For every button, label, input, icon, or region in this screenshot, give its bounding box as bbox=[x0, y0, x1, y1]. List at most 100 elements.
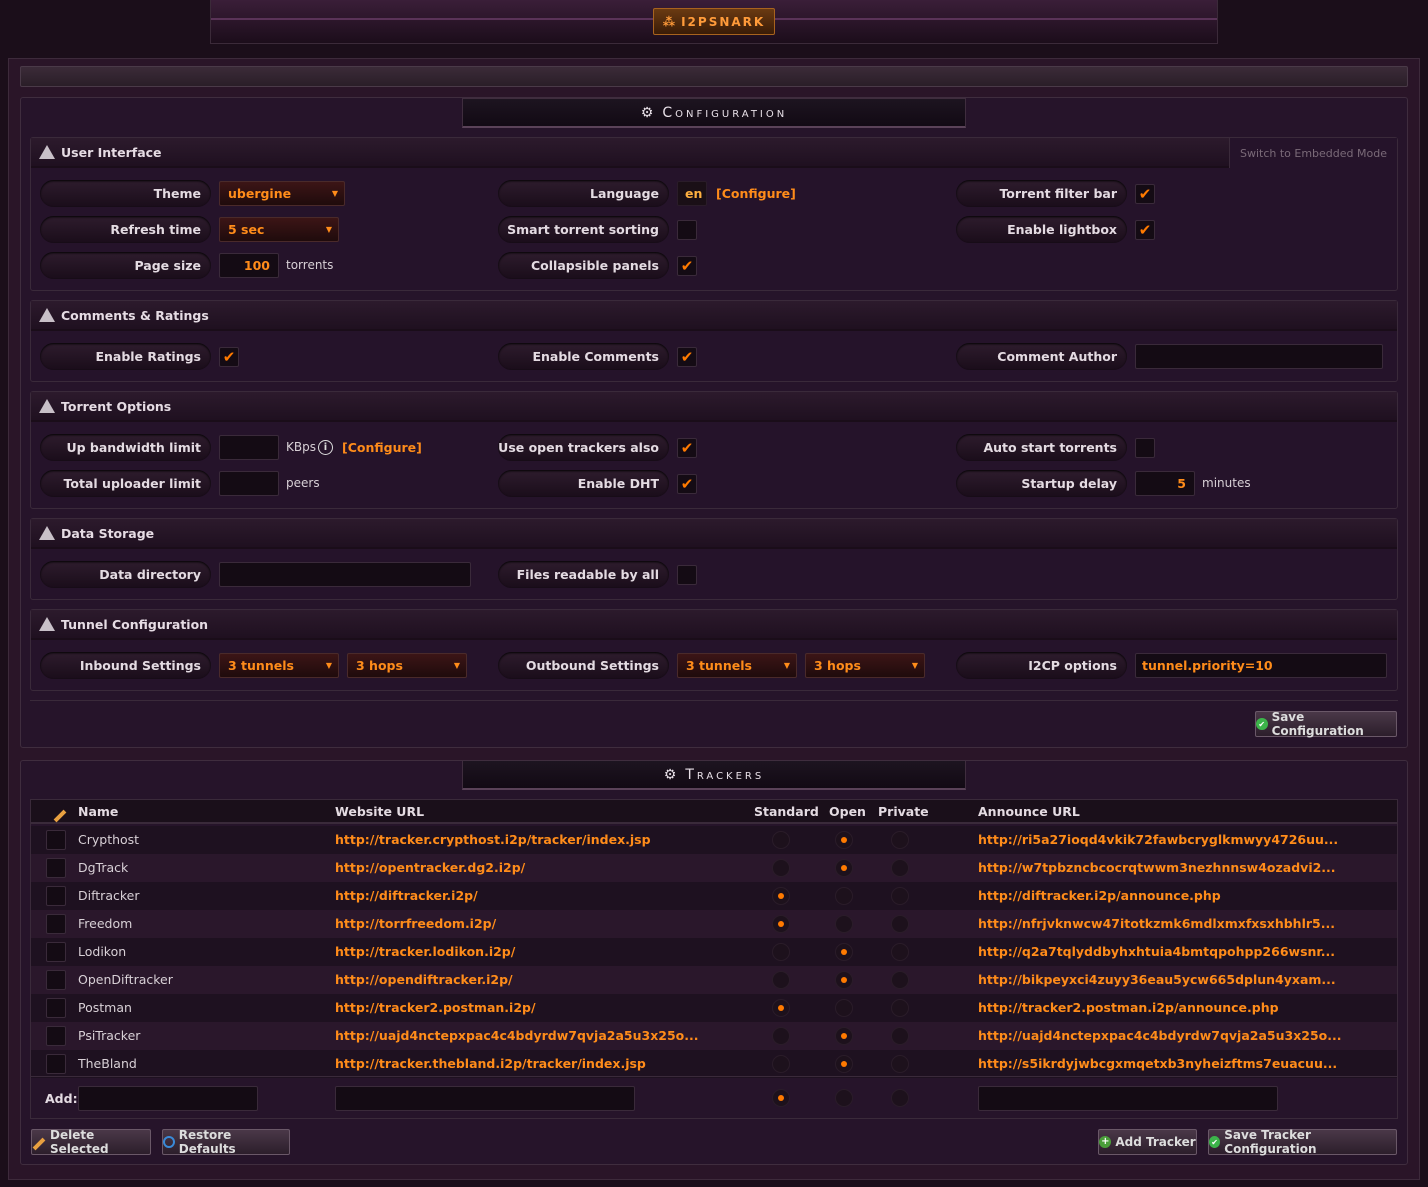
private-radio[interactable] bbox=[891, 831, 909, 849]
filter-bar-checkbox[interactable]: ✔ bbox=[1135, 184, 1155, 204]
lightbox-checkbox[interactable]: ✔ bbox=[1135, 220, 1155, 240]
comments-ratings-header[interactable]: Comments & Ratings bbox=[31, 301, 1397, 331]
tunnel-configuration-header[interactable]: Tunnel Configuration bbox=[31, 610, 1397, 640]
add-name-input[interactable] bbox=[78, 1086, 258, 1111]
add-open-radio[interactable] bbox=[835, 1089, 853, 1107]
up-bandwidth-input[interactable] bbox=[219, 435, 279, 460]
tracker-website-link[interactable]: http://torrfreedom.i2p/ bbox=[335, 916, 496, 931]
private-radio[interactable] bbox=[891, 915, 909, 933]
private-radio[interactable] bbox=[891, 1027, 909, 1045]
files-readable-checkbox[interactable] bbox=[677, 565, 697, 585]
tracker-website-link[interactable]: http://uajd4nctepxpac4c4bdyrdw7qvja2a5u3… bbox=[335, 1028, 699, 1043]
tracker-announce-link[interactable]: http://diftracker.i2p/announce.php bbox=[978, 888, 1221, 903]
tracker-announce-link[interactable]: http://q2a7tqlyddbyhxhtuia4bmtqpohpp266w… bbox=[978, 944, 1335, 959]
bandwidth-configure-link[interactable]: [Configure] bbox=[342, 440, 422, 455]
row-select-checkbox[interactable] bbox=[46, 1054, 66, 1074]
outbound-hops-select[interactable]: 3 hops bbox=[805, 653, 925, 678]
save-tracker-configuration-button[interactable]: ✔ Save Tracker Configuration bbox=[1208, 1128, 1397, 1156]
open-radio[interactable] bbox=[835, 999, 853, 1017]
tracker-announce-link[interactable]: http://uajd4nctepxpac4c4bdyrdw7qvja2a5u3… bbox=[978, 1028, 1342, 1043]
theme-select[interactable]: ubergine bbox=[219, 181, 345, 206]
page-size-input[interactable]: 100 bbox=[219, 253, 279, 278]
private-radio[interactable] bbox=[891, 943, 909, 961]
add-tracker-button[interactable]: + Add Tracker bbox=[1098, 1129, 1197, 1155]
open-radio[interactable] bbox=[835, 887, 853, 905]
row-select-checkbox[interactable] bbox=[46, 998, 66, 1018]
open-trackers-checkbox[interactable]: ✔ bbox=[677, 438, 697, 458]
tracker-website-link[interactable]: http://opentracker.dg2.i2p/ bbox=[335, 860, 525, 875]
tracker-announce-link[interactable]: http://bikpeyxci4zuyy36eau5ycw665dplun4y… bbox=[978, 972, 1336, 987]
enable-dht-checkbox[interactable]: ✔ bbox=[677, 474, 697, 494]
i2psnark-logo-button[interactable]: ⁂ I2PSNARK bbox=[653, 8, 775, 35]
tracker-announce-link[interactable]: http://nfrjvknwcw47itotkzmk6mdlxmxfxsxhb… bbox=[978, 916, 1335, 931]
private-radio[interactable] bbox=[891, 971, 909, 989]
row-select-checkbox[interactable] bbox=[46, 942, 66, 962]
tracker-website-link[interactable]: http://tracker2.postman.i2p/ bbox=[335, 1000, 536, 1015]
comment-author-input[interactable] bbox=[1135, 344, 1383, 369]
standard-radio[interactable] bbox=[772, 1055, 790, 1073]
data-directory-input[interactable] bbox=[219, 562, 471, 587]
save-configuration-button[interactable]: ✔ Save Configuration bbox=[1255, 710, 1397, 738]
outbound-tunnels-select[interactable]: 3 tunnels bbox=[677, 653, 797, 678]
standard-radio[interactable] bbox=[772, 831, 790, 849]
refresh-time-select[interactable]: 5 sec bbox=[219, 217, 339, 242]
standard-radio[interactable] bbox=[772, 971, 790, 989]
row-select-checkbox[interactable] bbox=[46, 970, 66, 990]
open-radio[interactable] bbox=[835, 943, 853, 961]
open-radio[interactable] bbox=[835, 1055, 853, 1073]
tracker-website-link[interactable]: http://tracker.crypthost.i2p/tracker/ind… bbox=[335, 832, 651, 847]
tracker-announce-link[interactable]: http://s5ikrdyjwbcgxmqetxb3nyheizftms7eu… bbox=[978, 1056, 1337, 1071]
private-radio[interactable] bbox=[891, 999, 909, 1017]
inbound-tunnels-select[interactable]: 3 tunnels bbox=[219, 653, 339, 678]
row-select-checkbox[interactable] bbox=[46, 914, 66, 934]
add-announce-input[interactable] bbox=[978, 1086, 1278, 1111]
tracker-announce-link[interactable]: http://ri5a27ioqd4vkik72fawbcryglkmwyy47… bbox=[978, 832, 1338, 847]
add-standard-radio[interactable] bbox=[772, 1089, 790, 1107]
enable-comments-checkbox[interactable]: ✔ bbox=[677, 347, 697, 367]
standard-radio[interactable] bbox=[772, 1027, 790, 1045]
info-icon[interactable]: i bbox=[318, 440, 333, 455]
open-radio[interactable] bbox=[835, 915, 853, 933]
standard-radio[interactable] bbox=[772, 887, 790, 905]
tracker-announce-link[interactable]: http://w7tpbzncbcocrqtwwm3nezhnnsw4ozadv… bbox=[978, 860, 1336, 875]
smart-sorting-checkbox[interactable] bbox=[677, 220, 697, 240]
language-configure-link[interactable]: [Configure] bbox=[716, 186, 796, 201]
collapsible-panels-checkbox[interactable]: ✔ bbox=[677, 256, 697, 276]
delete-selected-button[interactable]: Delete Selected bbox=[31, 1128, 151, 1156]
tracker-website-link[interactable]: http://tracker.thebland.i2p/tracker/inde… bbox=[335, 1056, 646, 1071]
data-directory-label: Data directory bbox=[40, 561, 211, 588]
private-radio[interactable] bbox=[891, 859, 909, 877]
open-radio[interactable] bbox=[835, 859, 853, 877]
add-private-radio[interactable] bbox=[891, 1089, 909, 1107]
tracker-website-link[interactable]: http://tracker.lodikon.i2p/ bbox=[335, 944, 515, 959]
restore-defaults-button[interactable]: Restore Defaults bbox=[162, 1128, 290, 1156]
open-radio[interactable] bbox=[835, 1027, 853, 1045]
row-select-checkbox[interactable] bbox=[46, 858, 66, 878]
private-radio[interactable] bbox=[891, 887, 909, 905]
inbound-hops-select[interactable]: 3 hops bbox=[347, 653, 467, 678]
startup-delay-input[interactable]: 5 bbox=[1135, 471, 1195, 496]
torrent-options-header[interactable]: Torrent Options bbox=[31, 392, 1397, 422]
standard-radio[interactable] bbox=[772, 915, 790, 933]
row-select-checkbox[interactable] bbox=[46, 1026, 66, 1046]
tracker-announce-link[interactable]: http://tracker2.postman.i2p/announce.php bbox=[978, 1000, 1279, 1015]
row-select-checkbox[interactable] bbox=[46, 830, 66, 850]
standard-radio[interactable] bbox=[772, 943, 790, 961]
data-storage-header[interactable]: Data Storage bbox=[31, 519, 1397, 549]
standard-radio[interactable] bbox=[772, 859, 790, 877]
open-radio[interactable] bbox=[835, 971, 853, 989]
i2cp-options-input[interactable]: tunnel.priority=10 bbox=[1135, 653, 1387, 678]
user-interface-header[interactable]: User Interface bbox=[31, 138, 1397, 168]
private-radio[interactable] bbox=[891, 1055, 909, 1073]
open-radio[interactable] bbox=[835, 831, 853, 849]
uploader-limit-label: Total uploader limit bbox=[40, 470, 211, 497]
enable-ratings-checkbox[interactable]: ✔ bbox=[219, 347, 239, 367]
auto-start-checkbox[interactable] bbox=[1135, 438, 1155, 458]
tracker-website-link[interactable]: http://opendiftracker.i2p/ bbox=[335, 972, 513, 987]
add-website-input[interactable] bbox=[335, 1086, 635, 1111]
row-select-checkbox[interactable] bbox=[46, 886, 66, 906]
switch-embedded-mode-button[interactable]: Switch to Embedded Mode bbox=[1229, 138, 1397, 168]
tracker-website-link[interactable]: http://diftracker.i2p/ bbox=[335, 888, 478, 903]
uploader-limit-input[interactable] bbox=[219, 471, 279, 496]
standard-radio[interactable] bbox=[772, 999, 790, 1017]
